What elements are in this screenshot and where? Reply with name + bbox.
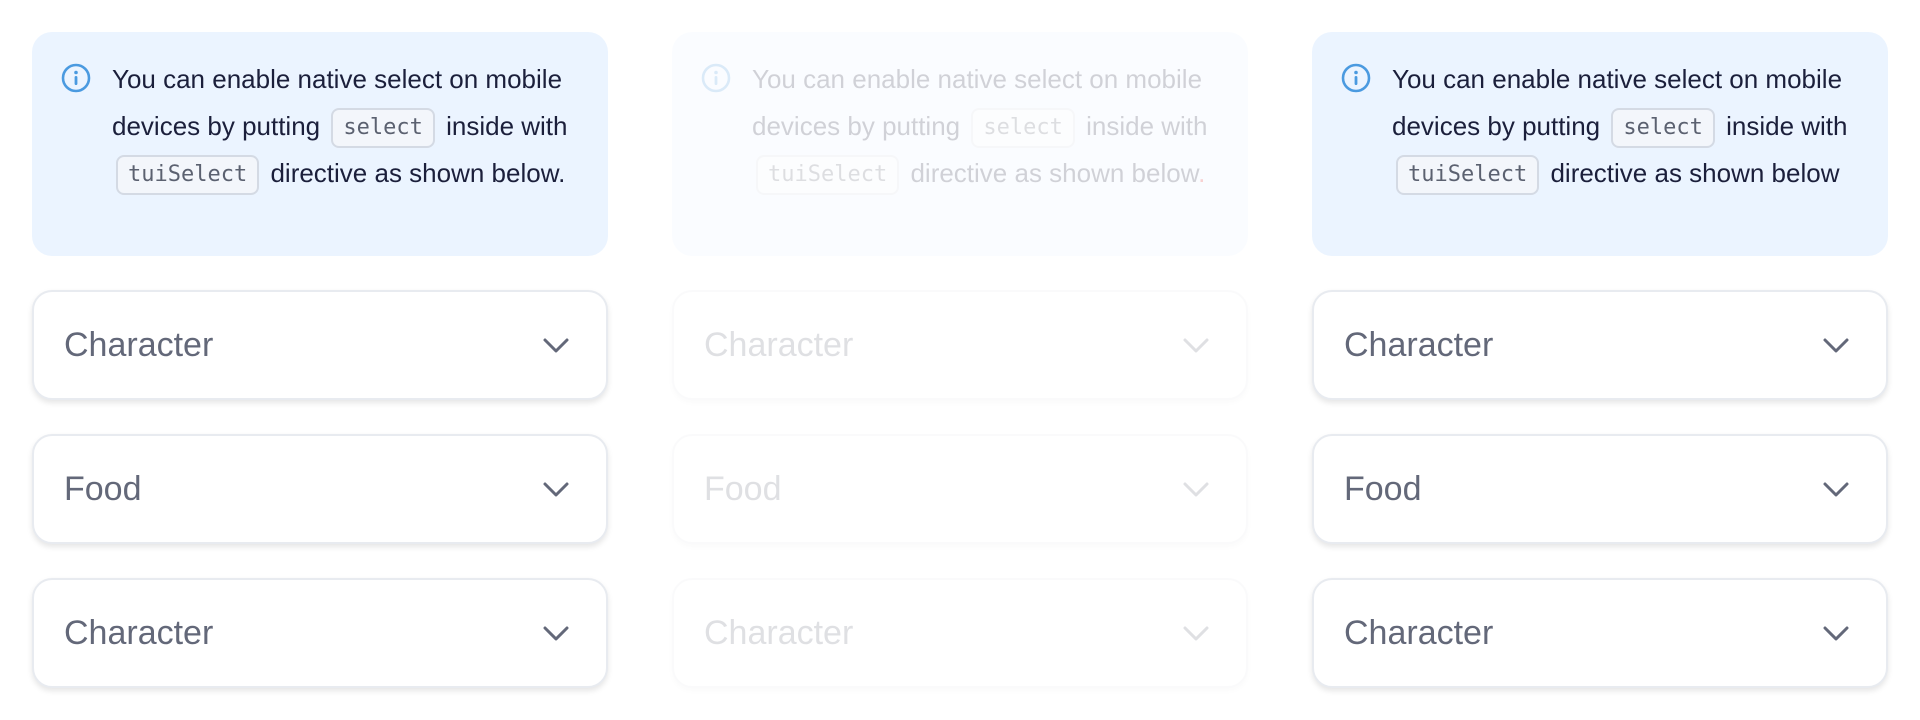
code-select-chip: select	[971, 108, 1075, 149]
chevron-down-icon	[1180, 329, 1212, 361]
select-placeholder: Food	[64, 470, 142, 508]
notification-period: .	[558, 158, 566, 188]
character-select-2[interactable]: Character	[32, 578, 608, 688]
chevron-down-icon	[540, 329, 572, 361]
notification-text: You can enable native select on mobile d…	[1392, 56, 1860, 197]
notification-text: You can enable native select on mobile d…	[752, 56, 1220, 197]
code-select-chip: select	[331, 108, 435, 149]
notification: You can enable native select on mobile d…	[672, 32, 1248, 256]
character-select[interactable]: Character	[1312, 290, 1888, 400]
code-directive-chip: tuiSelect	[1396, 155, 1540, 196]
notification: You can enable native select on mobile d…	[1312, 32, 1888, 256]
code-directive-chip: tuiSelect	[116, 155, 260, 196]
chevron-down-icon	[1820, 617, 1852, 649]
chevron-down-icon	[1180, 617, 1212, 649]
chevron-down-icon	[1820, 473, 1852, 505]
info-icon	[700, 62, 732, 94]
panel-1: You can enable native select on mobile d…	[0, 0, 640, 720]
select-placeholder: Character	[64, 326, 214, 364]
character-select[interactable]: Character	[672, 290, 1248, 400]
notification-text-part-2: inside with	[1726, 111, 1848, 141]
character-select-2[interactable]: Character	[1312, 578, 1888, 688]
info-icon	[60, 62, 92, 94]
notification-text: You can enable native select on mobile d…	[112, 56, 580, 197]
panel-3: You can enable native select on mobile d…	[1280, 0, 1920, 720]
panel-2: You can enable native select on mobile d…	[640, 0, 1280, 720]
panel-2-content: You can enable native select on mobile d…	[672, 32, 1248, 688]
select-placeholder: Character	[64, 614, 214, 652]
select-placeholder: Food	[1344, 470, 1422, 508]
food-select[interactable]: Food	[672, 434, 1248, 544]
code-select-chip: select	[1611, 108, 1715, 149]
notification-text-part-2: inside with	[1086, 111, 1208, 141]
notification-period: .	[1198, 158, 1206, 188]
select-placeholder: Character	[1344, 614, 1494, 652]
character-select[interactable]: Character	[32, 290, 608, 400]
chevron-down-icon	[1180, 473, 1212, 505]
code-directive-chip: tuiSelect	[756, 155, 900, 196]
select-placeholder: Character	[704, 614, 854, 652]
chevron-down-icon	[540, 473, 572, 505]
select-placeholder: Character	[1344, 326, 1494, 364]
chevron-down-icon	[540, 617, 572, 649]
info-icon	[1340, 62, 1372, 94]
notification-text-part-3: directive as shown below	[270, 158, 559, 188]
notification-text-part-2: inside with	[446, 111, 568, 141]
food-select[interactable]: Food	[1312, 434, 1888, 544]
notification-text-part-3: directive as shown below	[910, 158, 1199, 188]
notification: You can enable native select on mobile d…	[32, 32, 608, 256]
panel-3-content: You can enable native select on mobile d…	[1312, 32, 1888, 688]
select-placeholder: Food	[704, 470, 782, 508]
select-placeholder: Character	[704, 326, 854, 364]
character-select-2[interactable]: Character	[672, 578, 1248, 688]
notification-text-part-3: directive as shown below	[1550, 158, 1840, 188]
panel-1-content: You can enable native select on mobile d…	[32, 32, 608, 688]
food-select[interactable]: Food	[32, 434, 608, 544]
chevron-down-icon	[1820, 329, 1852, 361]
